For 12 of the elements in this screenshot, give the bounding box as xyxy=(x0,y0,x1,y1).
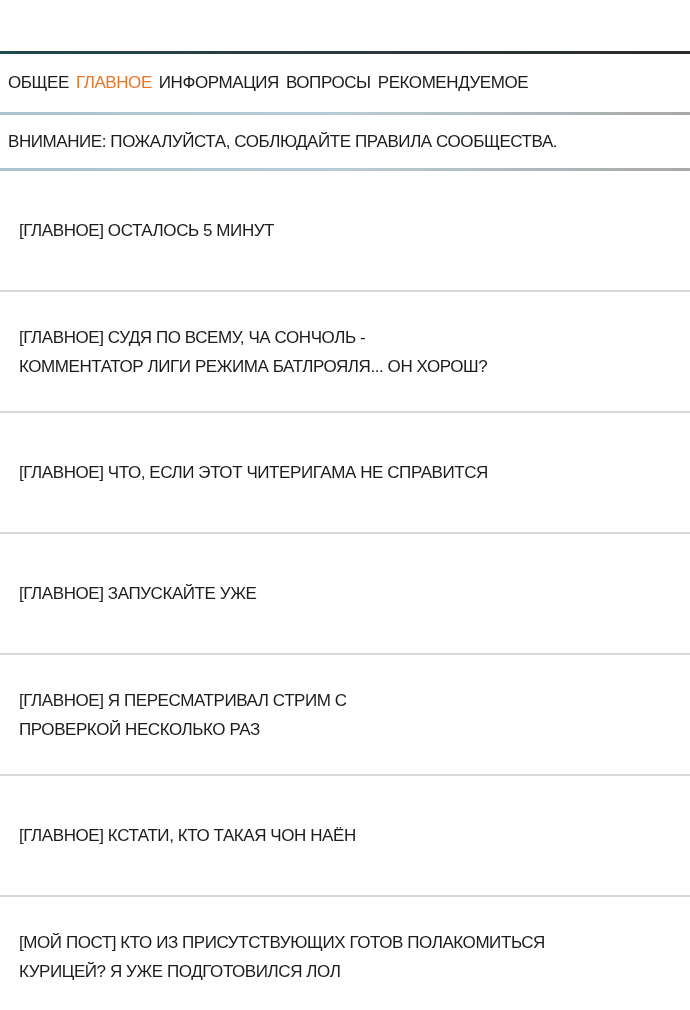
post-title[interactable]: [МОЙ ПОСТ] КТО ИЗ ПРИСУТСТВУЮЩИХ ГОТОВ ПОЛАКОМИТЬСЯ КУРИЦЕЙ? Я УЖЕ ПОДГОТОВИЛСЯ ЛОЛ xyxy=(19,927,545,986)
tab[interactable]: ОБЩЕЕ xyxy=(8,70,69,96)
tab[interactable]: ИНФОРМАЦИЯ xyxy=(158,70,279,96)
post-title[interactable]: [ГЛАВНОЕ] СУДЯ ПО ВСЕМУ, ЧА СОНЧОЛЬ - КОММЕНТАТОР ЛИГИ РЕЖИМА БАТЛРОЯЛЯ... ОН ХОРОШ? xyxy=(19,322,488,381)
post-title[interactable]: [ГЛАВНОЕ] ЗАПУСКАЙТЕ УЖЕ xyxy=(19,579,257,608)
post-title[interactable]: [ГЛАВНОЕ] КСТАТИ, КТО ТАКАЯ ЧОН НАЁН xyxy=(19,821,356,850)
notice-text: ВНИМАНИЕ: ПОЖАЛУЙСТА, СОБЛЮДАЙТЕ ПРАВИЛА СООБЩЕСТВА. xyxy=(8,130,558,153)
post-title[interactable]: [ГЛАВНОЕ] Я ПЕРЕСМАТРИВАЛ СТРИМ С ПРОВЕРКОЙ НЕСКОЛЬКО РАЗ xyxy=(19,685,347,744)
post-title[interactable]: [ГЛАВНОЕ] ЧТО, ЕСЛИ ЭТОТ ЧИТЕРИГАМА НЕ СПРАВИТСЯ xyxy=(19,458,488,487)
tab[interactable]: РЕКОМЕНДУЕМОЕ xyxy=(377,70,529,96)
post-title[interactable]: [ГЛАВНОЕ] ОСТАЛОСЬ 5 МИНУТ xyxy=(19,216,275,245)
tab[interactable]: ВОПРОСЫ xyxy=(285,70,371,96)
